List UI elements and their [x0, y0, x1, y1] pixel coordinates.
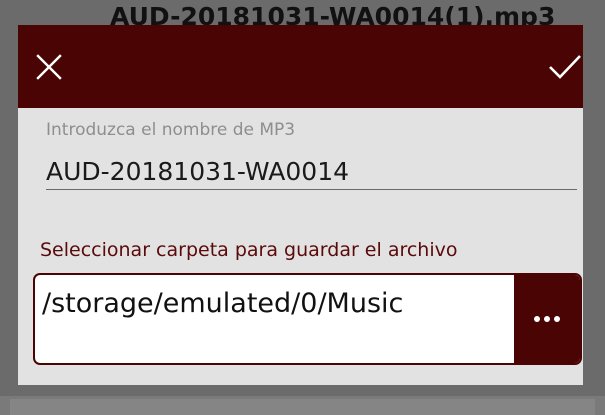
folder-path-field[interactable]: /storage/emulated/0/Music — [33, 273, 582, 365]
folder-path-text: /storage/emulated/0/Music — [42, 288, 404, 319]
dialog-header — [18, 25, 583, 108]
close-button[interactable] — [27, 45, 71, 89]
background-list-item — [10, 399, 595, 415]
browse-folder-button[interactable] — [514, 275, 580, 363]
checkmark-icon — [549, 55, 581, 79]
confirm-button[interactable] — [543, 45, 587, 89]
mp3-name-label: Introduzca el nombre de MP3 — [46, 120, 296, 140]
more-horizontal-icon — [534, 316, 560, 322]
close-icon — [36, 54, 62, 80]
save-mp3-dialog: Introduzca el nombre de MP3 Seleccionar … — [18, 25, 583, 385]
background-file-title: AUD-20181031-WA0014(1).mp3 — [110, 2, 556, 28]
mp3-name-input[interactable] — [46, 153, 577, 190]
folder-select-label: Seleccionar carpeta para guardar el arch… — [40, 239, 458, 261]
